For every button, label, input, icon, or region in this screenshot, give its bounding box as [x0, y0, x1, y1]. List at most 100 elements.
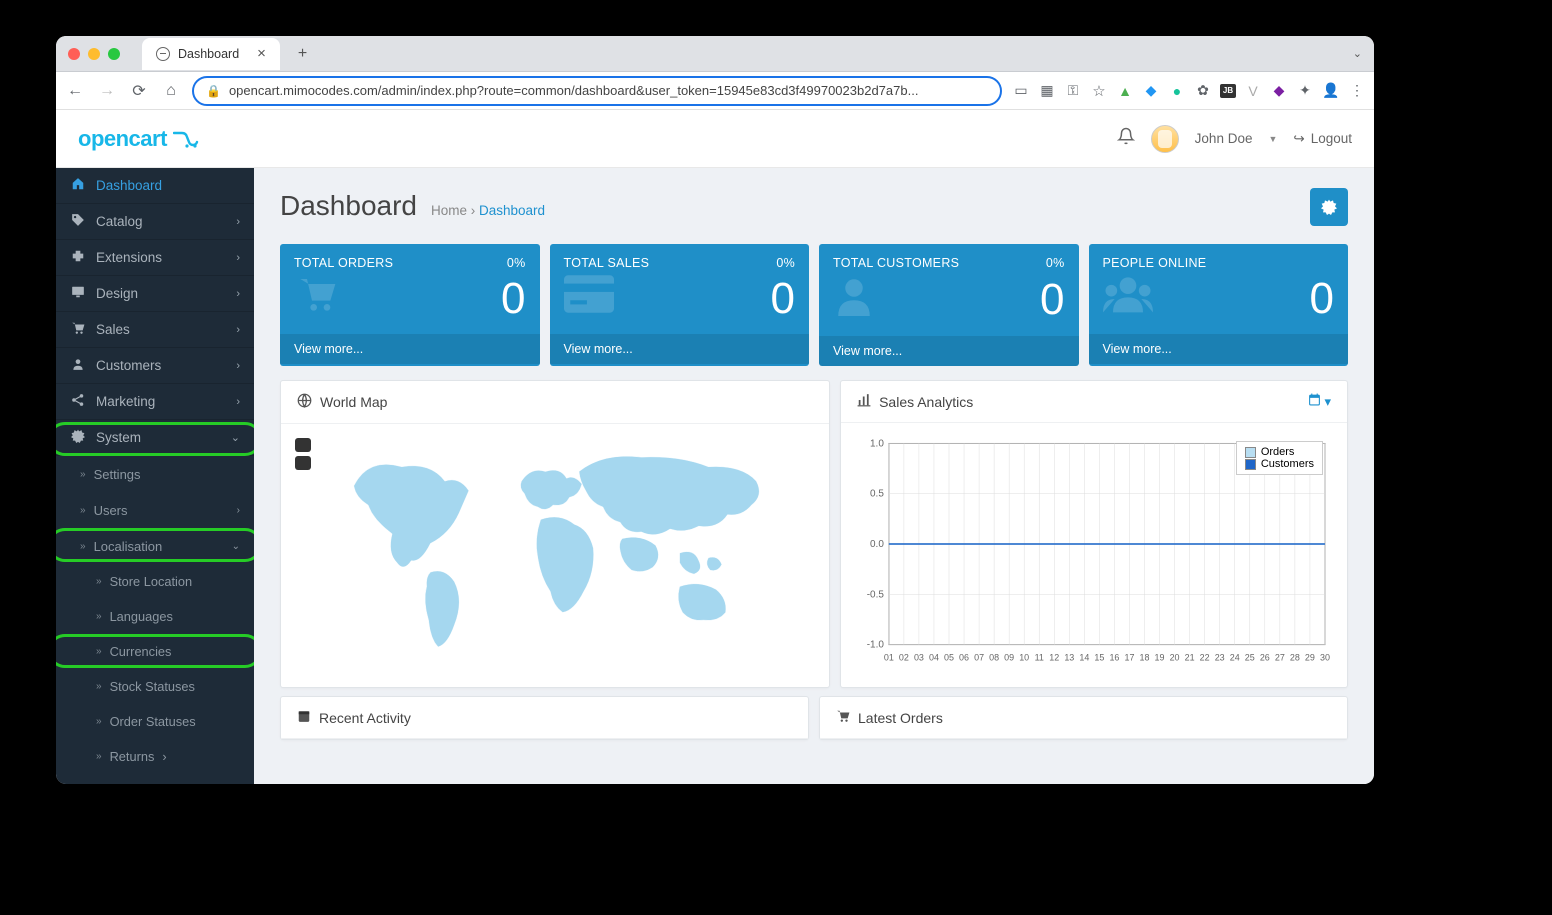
tile-label: TOTAL SALES — [564, 256, 650, 270]
svg-text:14: 14 — [1079, 653, 1089, 663]
sidebar-item-label: Sales — [96, 322, 130, 337]
svg-text:15: 15 — [1094, 653, 1104, 663]
star-icon[interactable]: ☆ — [1090, 82, 1108, 100]
sidebar-item-label: Dashboard — [96, 178, 162, 193]
tile-total-customers: TOTAL CUSTOMERS0% 0 View more... — [819, 244, 1079, 366]
svg-text:18: 18 — [1140, 653, 1150, 663]
tile-people-online: PEOPLE ONLINE 0 View more... — [1089, 244, 1349, 366]
sidebar-sub-users[interactable]: » Users › — [56, 492, 254, 528]
sidebar-sub2-currencies[interactable]: » Currencies — [56, 634, 254, 669]
zoom-in-button[interactable] — [295, 438, 311, 452]
logout-label: Logout — [1311, 131, 1352, 146]
grammarly-icon[interactable]: ● — [1168, 82, 1186, 100]
tile-view-more[interactable]: View more... — [280, 334, 540, 364]
tile-pct: 0% — [1046, 256, 1065, 270]
panel-title: Latest Orders — [858, 710, 943, 726]
sidebar-item-design[interactable]: Design › — [56, 276, 254, 312]
qr-icon[interactable]: ▦ — [1038, 82, 1056, 100]
svg-text:19: 19 — [1155, 653, 1165, 663]
browser-tab[interactable]: Dashboard × — [142, 38, 280, 70]
sidebar-item-customers[interactable]: Customers › — [56, 348, 254, 384]
panel-body: -1.0-0.50.00.51.001020304050607080910111… — [841, 423, 1347, 687]
back-button[interactable]: ← — [64, 82, 86, 100]
sidebar-item-label: Settings — [94, 467, 141, 482]
maximize-window-icon[interactable] — [108, 48, 120, 60]
cart-icon — [294, 274, 340, 324]
kebab-menu-icon[interactable]: ⋮ — [1348, 82, 1366, 100]
sidebar-sub2-languages[interactable]: » Languages — [56, 599, 254, 634]
js-ext-icon[interactable]: JB — [1220, 84, 1236, 98]
svg-text:-1.0: -1.0 — [867, 640, 885, 651]
zoom-out-button[interactable] — [295, 456, 311, 470]
reader-icon[interactable]: ▭ — [1012, 82, 1030, 100]
v-ext-icon[interactable]: V — [1244, 82, 1262, 100]
breadcrumb-current[interactable]: Dashboard — [479, 203, 545, 218]
puzzle-icon[interactable]: ✦ — [1296, 82, 1314, 100]
panels-row-1: World Map — [254, 366, 1374, 696]
tile-view-more[interactable]: View more... — [550, 334, 810, 364]
tile-label: PEOPLE ONLINE — [1103, 256, 1207, 270]
home-button[interactable]: ⌂ — [160, 82, 182, 100]
chart-icon — [857, 393, 871, 410]
user-name[interactable]: John Doe — [1195, 131, 1253, 146]
avatar[interactable] — [1151, 125, 1179, 153]
tabs-caret-icon[interactable]: ⌄ — [1353, 47, 1362, 60]
tile-value: 0 — [1310, 274, 1334, 324]
chevron-right-icon: › — [236, 216, 240, 228]
drive-icon[interactable]: ▲ — [1116, 82, 1134, 100]
new-tab-button[interactable]: + — [298, 45, 307, 63]
tab-title: Dashboard — [178, 47, 239, 61]
svg-text:01: 01 — [884, 653, 894, 663]
profile-avatar-icon[interactable]: 👤 — [1322, 82, 1340, 100]
svg-text:1.0: 1.0 — [870, 438, 884, 449]
sidebar-item-dashboard[interactable]: Dashboard — [56, 168, 254, 204]
svg-text:25: 25 — [1245, 653, 1255, 663]
chevron-down-icon[interactable]: ▼ — [1268, 134, 1277, 144]
breadcrumb: Home › Dashboard — [431, 203, 545, 218]
legend-label: Customers — [1261, 458, 1314, 470]
sidebar-sub2-stock-statuses[interactable]: » Stock Statuses — [56, 669, 254, 704]
sidebar-item-sales[interactable]: Sales › — [56, 312, 254, 348]
logout-icon: ↪ — [1293, 131, 1304, 147]
browser-window: Dashboard × + ⌄ ← → ⟳ ⌂ 🔒 opencart.mimoc… — [56, 36, 1374, 784]
panels-row-2: Recent Activity Latest Orders — [254, 696, 1374, 748]
breadcrumb-home[interactable]: Home — [431, 203, 467, 218]
minimize-window-icon[interactable] — [88, 48, 100, 60]
extension-icons: ▭ ▦ ⚿ ☆ ▲ ◆ ● ✿ JB V ◆ ✦ 👤 ⋮ — [1012, 82, 1366, 100]
svg-text:22: 22 — [1200, 653, 1210, 663]
world-map[interactable] — [295, 438, 815, 668]
sidebar-sub-localisation[interactable]: » Localisation ⌄ — [56, 528, 254, 564]
gear-ext-icon[interactable]: ✿ — [1194, 82, 1212, 100]
bell-icon[interactable] — [1117, 127, 1135, 150]
app-body: Dashboard Catalog › Extensions › — [56, 168, 1374, 784]
reload-button[interactable]: ⟳ — [128, 81, 150, 101]
svg-text:08: 08 — [989, 653, 999, 663]
svg-text:02: 02 — [899, 653, 909, 663]
close-window-icon[interactable] — [68, 48, 80, 60]
ext-diamond-icon[interactable]: ◆ — [1142, 82, 1160, 100]
sidebar-item-label: Users — [94, 503, 128, 518]
date-range-button[interactable]: ▾ — [1308, 393, 1331, 410]
logout-button[interactable]: ↪ Logout — [1293, 131, 1352, 147]
sidebar-item-marketing[interactable]: Marketing › — [56, 384, 254, 420]
sidebar-item-system[interactable]: System ⌄ — [56, 420, 254, 456]
url-field[interactable]: 🔒 opencart.mimocodes.com/admin/index.php… — [192, 76, 1002, 106]
sidebar-sub2-order-statuses[interactable]: » Order Statuses — [56, 704, 254, 739]
double-chevron-icon: » — [96, 646, 102, 657]
sidebar-item-extensions[interactable]: Extensions › — [56, 240, 254, 276]
svg-text:21: 21 — [1185, 653, 1195, 663]
tile-view-more[interactable]: View more... — [1089, 334, 1349, 364]
key-icon[interactable]: ⚿ — [1064, 82, 1082, 100]
panel-sales-analytics: Sales Analytics ▾ -1.0-0.50.00.51.001020… — [840, 380, 1348, 688]
sidebar-item-catalog[interactable]: Catalog › — [56, 204, 254, 240]
sidebar-sub2-returns[interactable]: » Returns › — [56, 739, 254, 774]
sidebar-sub2-store-location[interactable]: » Store Location — [56, 564, 254, 599]
brand-logo[interactable]: opencart — [78, 126, 203, 152]
globe-icon — [156, 47, 170, 61]
close-tab-icon[interactable]: × — [257, 45, 266, 62]
panel-head: World Map — [281, 381, 829, 424]
shield-ext-icon[interactable]: ◆ — [1270, 82, 1288, 100]
sidebar-sub-settings[interactable]: » Settings — [56, 456, 254, 492]
settings-button[interactable] — [1310, 188, 1348, 226]
tile-view-more[interactable]: View more... — [819, 336, 1079, 366]
